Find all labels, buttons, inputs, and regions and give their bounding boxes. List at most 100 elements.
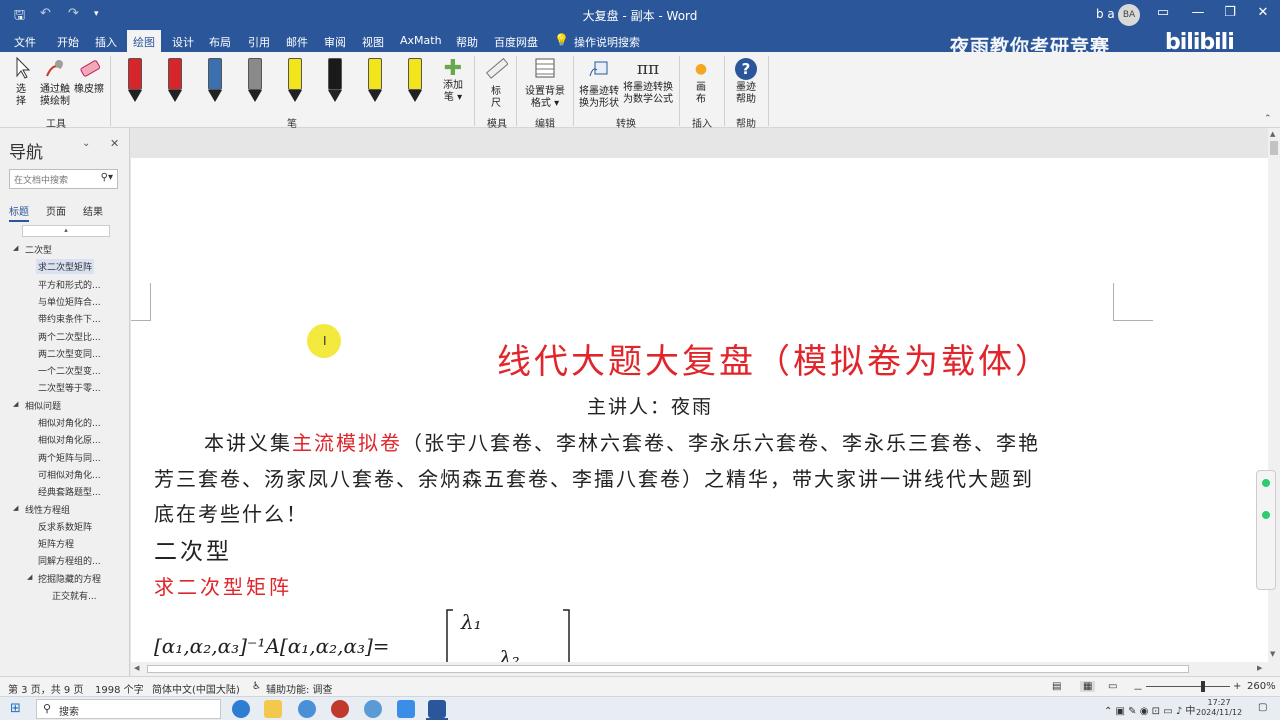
clock[interactable]: 17:27 2024/11/12 [1196,698,1242,718]
nav-heading-item[interactable]: 两个二次型比... [36,329,103,344]
nav-heading-item[interactable]: 反求系数矩阵 [36,519,94,534]
nav-heading-item[interactable]: 相似问题 [23,398,63,413]
zoom-in-button[interactable]: + [1233,681,1241,692]
nav-heading-item[interactable]: 同解方程组的... [36,553,103,568]
nav-heading-item[interactable]: 线性方程组 [23,502,72,517]
ink-to-math-button[interactable]: ππ 将墨迹转换 为数学公式 [622,56,674,106]
nav-heading-item[interactable]: 矩阵方程 [36,536,76,551]
format-background-button[interactable]: 设置背景 格式 ▾ [522,56,568,110]
lightbulb-icon[interactable]: 💡 [554,33,569,47]
nav-close-icon[interactable]: ✕ [110,137,119,150]
nav-tab-headings[interactable]: 标题 [9,203,29,222]
avatar[interactable]: BA [1118,4,1140,26]
nav-heading-item[interactable]: 挖掘隐藏的方程 [36,571,103,586]
nav-heading-item[interactable]: 带约束条件下... [36,311,103,326]
nav-tab-results[interactable]: 结果 [83,203,103,218]
tab-design[interactable]: 设计 [172,34,194,50]
tab-help[interactable]: 帮助 [456,34,478,50]
pen-8[interactable] [408,58,422,90]
zoom-out-button[interactable]: － [1133,681,1143,696]
zoom-level[interactable]: 260% [1247,681,1276,692]
add-pen-button[interactable]: ✚ 添加 笔 ▾ [440,58,466,104]
nav-heading-item[interactable]: 正交就有... [50,588,99,603]
tab-axmath[interactable]: AxMath [400,34,442,47]
expand-triangle-icon[interactable]: ◢ [13,400,18,408]
pen-7[interactable] [368,58,382,90]
scroll-thumb[interactable] [147,665,1189,673]
draw-with-touch-button[interactable]: 通过触 摸绘制 [38,56,72,108]
word-count[interactable]: 1998 个字 [95,681,144,696]
ink-to-shape-button[interactable]: 将墨迹转 换为形状 [577,56,621,110]
expand-triangle-icon[interactable]: ◢ [13,244,18,252]
scroll-right-icon[interactable]: ▶ [1257,664,1262,672]
tab-baidu-netdisk[interactable]: 百度网盘 [494,34,538,50]
language-indicator[interactable]: 简体中文(中国大陆) [152,681,240,696]
notification-icon[interactable]: ▢ [1258,702,1267,713]
media-app-icon[interactable] [331,700,349,718]
taskbar-search-box[interactable]: ⚲ 搜索 [36,699,221,719]
document-page[interactable]: I 线代大题大复盘（模拟卷为载体） 主讲人：夜雨 本讲义集主流模拟卷（张宇八套卷… [131,158,1268,662]
tab-file[interactable]: 文件 [14,34,36,50]
nav-search-input[interactable]: 在文档中搜索 ⚲▾ [9,169,118,189]
edge-icon[interactable] [232,700,250,718]
close-button[interactable]: ✕ [1253,5,1273,20]
nav-heading-item[interactable]: 平方和形式的... [36,277,103,292]
tab-references[interactable]: 引用 [248,34,270,50]
floating-side-toolbar[interactable] [1256,470,1276,590]
nav-heading-item[interactable]: 求二次型矩阵 [36,259,95,275]
nav-heading-item[interactable]: 两二次型变同... [36,346,103,361]
pen-2[interactable] [168,58,182,90]
pen-5[interactable] [288,58,302,90]
maximize-button[interactable]: ❐ [1220,5,1240,20]
accessibility-status[interactable]: 辅助功能: 调查 [266,681,333,696]
user-name[interactable]: b a [1096,7,1115,21]
print-layout-icon[interactable]: ▦ [1080,681,1096,692]
nav-tab-pages[interactable]: 页面 [46,203,66,218]
nav-heading-item[interactable]: 二次型等于零... [36,380,103,395]
select-button[interactable]: 选 择 [8,56,34,108]
search-app-icon[interactable] [364,700,382,718]
nav-options-icon[interactable]: ⌄ [82,138,90,149]
nav-heading-item[interactable]: 相似对角化的... [36,415,103,430]
nav-heading-item[interactable]: 可相似对角化... [36,467,103,482]
tab-layout[interactable]: 布局 [209,34,231,50]
collapse-ribbon-icon[interactable]: ⌃ [1264,114,1272,124]
nav-heading-item[interactable]: 与单位矩阵合... [36,294,103,309]
tab-insert[interactable]: 插入 [95,34,117,50]
zoom-slider[interactable] [1146,686,1230,687]
tab-mailings[interactable]: 邮件 [286,34,308,50]
tab-home[interactable]: 开始 [57,34,79,50]
expand-triangle-icon[interactable]: ◢ [27,573,32,581]
tab-draw[interactable]: 绘图 [127,30,161,52]
tray-icons[interactable]: ⌃ ▣ ✎ ◉ ⊡ ▭ ♪ 中 [1104,702,1195,717]
nav-heading-item[interactable]: 相似对角化原... [36,432,103,447]
horizontal-scrollbar[interactable]: ◀ ▶ [131,662,1268,676]
minimize-button[interactable]: — [1188,5,1208,20]
tab-review[interactable]: 审阅 [324,34,346,50]
nav-heading-item[interactable]: 二次型 [23,242,54,257]
ruler-button[interactable]: 标 尺 [482,56,510,110]
pen-1[interactable] [128,58,142,90]
tell-me-search[interactable]: 操作说明搜索 [574,34,640,50]
scroll-up-icon[interactable]: ▲ [1270,130,1275,138]
read-mode-icon[interactable]: ▤ [1052,681,1061,692]
expand-triangle-icon[interactable]: ◢ [13,504,18,512]
search-icon[interactable]: ⚲▾ [101,172,113,183]
drawing-canvas-button[interactable]: ● 画 布 [688,56,714,106]
windows-start-icon[interactable]: ⊞ [10,701,21,716]
vertical-scrollbar[interactable]: ▲ ▼ [1268,128,1280,676]
scroll-left-icon[interactable]: ◀ [134,664,139,672]
ribbon-display-icon[interactable]: ▭ [1153,5,1173,20]
nav-heading-item[interactable]: 两个矩阵与同... [36,450,103,465]
zoom-slider-thumb[interactable] [1201,681,1205,692]
page-count[interactable]: 第 3 页，共 9 页 [8,681,83,696]
web-layout-icon[interactable]: ▭ [1108,681,1117,692]
tab-view[interactable]: 视图 [362,34,384,50]
pen-6[interactable] [328,58,342,90]
scroll-thumb[interactable] [1270,141,1278,155]
pen-3[interactable] [208,58,222,90]
browser-icon[interactable] [298,700,316,718]
eraser-button[interactable]: 橡皮擦 [73,56,105,96]
scroll-down-icon[interactable]: ▼ [1270,650,1275,658]
nav-heading-item[interactable]: 经典套路题型... [36,484,103,499]
